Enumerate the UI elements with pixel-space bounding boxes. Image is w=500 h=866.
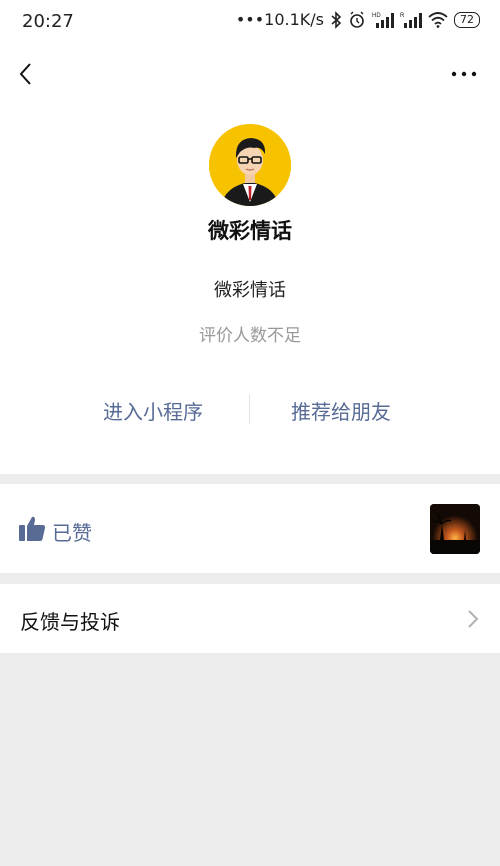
status-bar: 20:27 •••10.1K/s HD R 72 — [0, 0, 500, 44]
recommend-to-friend-button[interactable]: 推荐给朋友 — [291, 396, 391, 425]
status-icons: •••10.1K/s HD R 72 — [236, 10, 480, 29]
sunset-thumbnail — [430, 504, 480, 554]
chevron-right-icon — [468, 610, 479, 628]
battery-icon: 72 — [454, 11, 480, 28]
thumbs-up-icon — [19, 516, 46, 541]
svg-text:HD: HD — [372, 13, 381, 19]
nav-bar — [0, 52, 500, 96]
network-speed: •••10.1K/s — [235, 10, 324, 29]
signal-hd-icon: HD — [372, 12, 394, 28]
liked-label: 已赞 — [52, 521, 92, 545]
rating-text: 评价人数不足 — [199, 326, 301, 346]
action-row: 进入小程序 推荐给朋友 — [0, 392, 500, 426]
status-time: 20:27 — [22, 11, 74, 32]
avatar-illustration — [209, 124, 291, 206]
svg-text:R: R — [400, 13, 405, 19]
chevron-left-icon[interactable] — [14, 58, 42, 90]
signal-r-icon: R — [400, 12, 422, 28]
app-description: 微彩情话 — [214, 280, 286, 301]
action-divider — [249, 394, 250, 424]
wifi-icon — [428, 11, 448, 28]
alarm-icon — [350, 11, 364, 28]
profile-panel: 20:27 •••10.1K/s HD R 72 微彩情话 微彩情话 评价人数不… — [0, 0, 500, 474]
bluetooth-icon — [331, 10, 342, 29]
feedback-row[interactable]: 反馈与投诉 — [0, 584, 500, 653]
more-dots-icon[interactable] — [450, 64, 478, 84]
likes-row[interactable]: 已赞 — [0, 484, 500, 573]
liker-avatar — [430, 504, 480, 554]
app-name: 微彩情话 — [208, 219, 292, 243]
feedback-label: 反馈与投诉 — [20, 610, 120, 634]
avatar — [209, 124, 291, 206]
enter-miniprogram-button[interactable]: 进入小程序 — [103, 396, 203, 425]
